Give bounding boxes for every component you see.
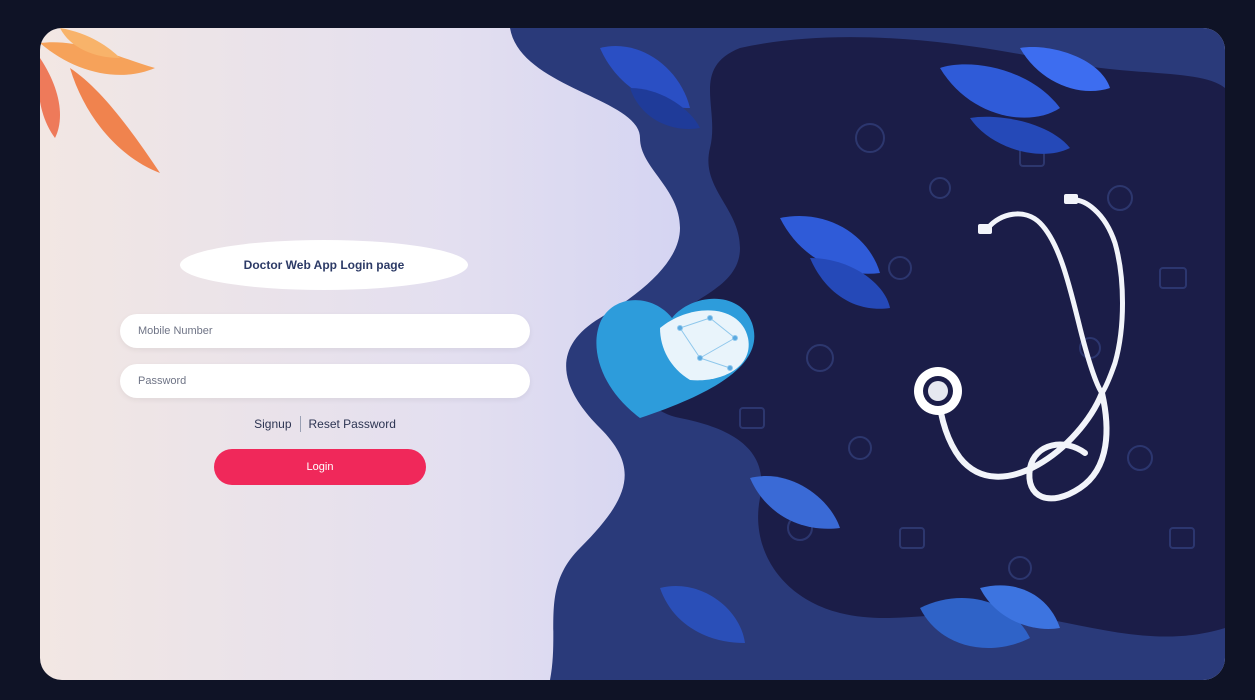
link-divider <box>299 416 301 432</box>
auth-links: Signup Reset Password <box>240 414 410 434</box>
login-button[interactable]: Login <box>214 449 426 485</box>
page-title: Doctor Web App Login page <box>180 240 468 290</box>
stethoscope-chestpiece-icon <box>914 367 962 415</box>
password-input[interactable] <box>120 364 530 398</box>
hero-illustration <box>40 28 1225 680</box>
reset-password-link[interactable]: Reset Password <box>309 417 396 431</box>
mobile-number-input[interactable] <box>120 314 530 348</box>
orange-leaves <box>40 28 160 173</box>
login-frame: Doctor Web App Login page Signup Reset P… <box>40 28 1225 680</box>
signup-link[interactable]: Signup <box>254 417 291 431</box>
